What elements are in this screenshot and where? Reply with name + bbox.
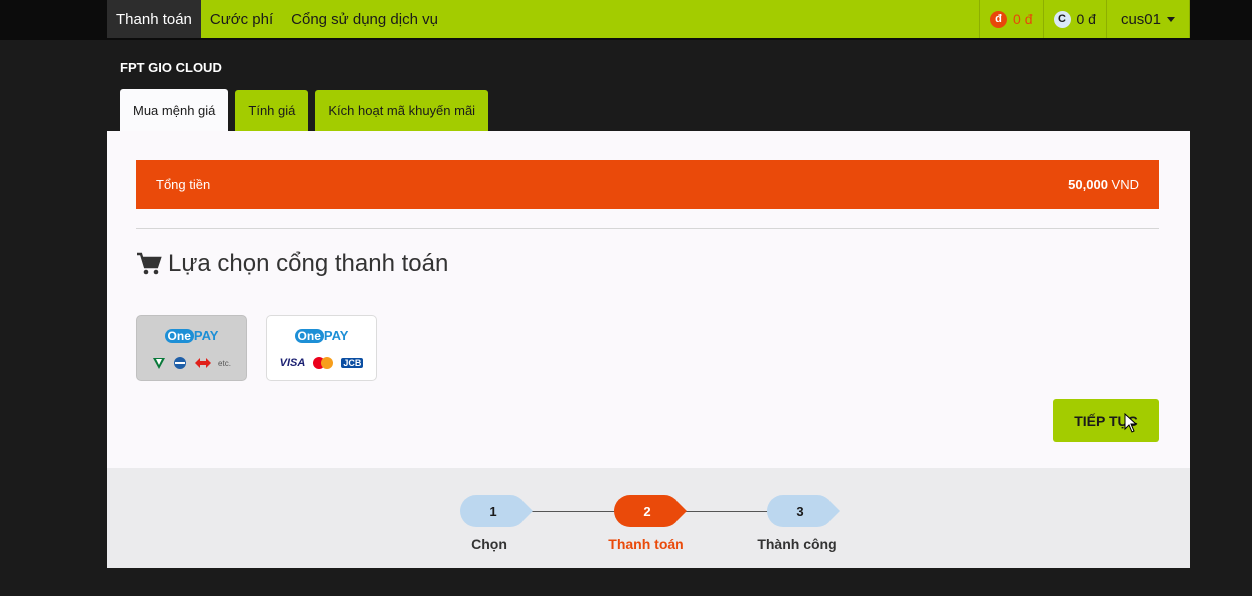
onepay-logo-one: One xyxy=(164,329,194,343)
top-navbar-inner: Thanh toán Cước phí Cổng sử dụng dịch vụ… xyxy=(107,0,1190,38)
step-1-badge: 1 xyxy=(460,495,533,527)
progress-steps: 1 Chọn 2 Thanh toán 3 Thành công xyxy=(107,468,1190,568)
techcombank-icon xyxy=(195,358,212,368)
nav-item-charges[interactable]: Cước phí xyxy=(201,0,282,38)
jcb-icon: JCB xyxy=(341,358,364,368)
balance-dong[interactable]: đ 0 đ xyxy=(979,0,1042,38)
visa-icon: VISA xyxy=(279,357,306,369)
balance-credit[interactable]: C 0 đ xyxy=(1042,0,1106,38)
onepay-logo-pay: PAY xyxy=(193,328,219,343)
onepay-logo: One PAY xyxy=(137,328,246,343)
nav-item-payment[interactable]: Thanh toán xyxy=(107,0,201,38)
caret-down-icon xyxy=(1167,16,1175,22)
tab-buy-denomination[interactable]: Mua mệnh giá xyxy=(120,89,229,131)
divider xyxy=(136,228,1159,229)
gateway-onepay-international[interactable]: One PAY VISA JCB xyxy=(266,315,377,381)
domestic-bank-icons: etc. xyxy=(137,356,246,370)
nav-item-service-portal[interactable]: Cổng sử dụng dịch vụ xyxy=(282,0,447,38)
gateway-onepay-domestic[interactable]: One PAY etc. xyxy=(136,315,247,381)
mouse-cursor-icon xyxy=(1124,413,1138,433)
onepay-intl-logo-one: One xyxy=(294,329,324,343)
user-name: cus01 xyxy=(1120,10,1161,28)
total-currency: VND xyxy=(1111,177,1139,192)
tab-activate-promo[interactable]: Kích hoạt mã khuyến mãi xyxy=(315,90,489,131)
total-value: 50,000 VND xyxy=(1068,177,1139,192)
step-2-badge: 2 xyxy=(614,495,687,527)
shopping-cart-icon xyxy=(137,252,162,275)
total-label: Tổng tiền xyxy=(156,177,211,192)
balance-dong-amount: 0 đ xyxy=(1013,11,1033,27)
step-3-badge: 3 xyxy=(767,495,840,527)
mastercard-icon xyxy=(313,357,334,369)
step-1-label: Chọn xyxy=(471,536,507,552)
continue-button[interactable]: TIẾP TỤC xyxy=(1053,399,1159,442)
credit-coin-icon: C xyxy=(1053,10,1071,28)
payment-panel: Tổng tiền 50,000 VND Lựa chọn cổng thanh… xyxy=(107,131,1190,468)
onepay-intl-logo-pay: PAY xyxy=(323,328,349,343)
tab-bar: Mua mệnh giá Tính giá Kích hoạt mã khuyế… xyxy=(120,89,495,131)
balance-credit-amount: 0 đ xyxy=(1076,11,1096,27)
gateway-heading: Lựa chọn cổng thanh toán xyxy=(136,250,448,278)
step-3-label: Thành công xyxy=(757,536,837,552)
total-bar: Tổng tiền 50,000 VND xyxy=(136,160,1159,209)
bidv-icon xyxy=(174,357,187,369)
user-menu[interactable]: cus01 xyxy=(1105,0,1190,38)
gateway-heading-text: Lựa chọn cổng thanh toán xyxy=(168,250,449,277)
tab-price-calculator[interactable]: Tính giá xyxy=(235,90,309,131)
etc-label: etc. xyxy=(218,358,231,368)
service-title: FPT GIO CLOUD xyxy=(120,60,222,75)
total-amount: 50,000 xyxy=(1068,177,1108,192)
step-2-label: Thanh toán xyxy=(608,536,684,552)
vietcombank-icon xyxy=(153,358,166,369)
top-navbar: Thanh toán Cước phí Cổng sử dụng dịch vụ… xyxy=(0,0,1252,40)
dong-coin-icon: đ xyxy=(990,10,1008,28)
card-brand-icons: VISA JCB xyxy=(267,356,376,370)
onepay-intl-logo: One PAY xyxy=(267,328,376,343)
